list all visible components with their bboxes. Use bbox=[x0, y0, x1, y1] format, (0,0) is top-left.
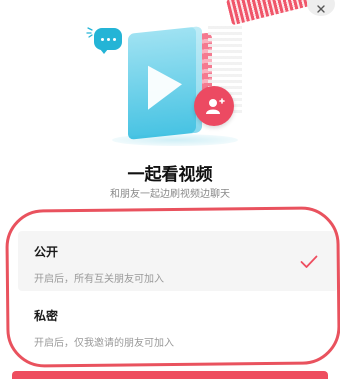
option-public[interactable]: 公开 开启后，所有互关朋友可加入 bbox=[18, 231, 338, 291]
chat-bubble-icon bbox=[94, 28, 122, 54]
close-button[interactable] bbox=[307, 0, 335, 16]
option-public-description: 开启后，所有互关朋友可加入 bbox=[34, 274, 164, 285]
close-icon bbox=[317, 5, 325, 13]
option-private[interactable]: 私密 开启后，仅我邀请的朋友可加入 bbox=[18, 295, 338, 355]
option-private-description: 开启后，仅我邀请的朋友可加入 bbox=[34, 338, 174, 349]
check-icon bbox=[300, 255, 318, 268]
play-icon bbox=[148, 62, 182, 110]
hero-base-shadow bbox=[112, 134, 238, 146]
confirm-button[interactable] bbox=[12, 371, 328, 379]
option-public-label: 公开 bbox=[34, 245, 59, 259]
watch-together-sheet: 一起看视频 和朋友一起边刷视频边聊天 公开 开启后，所有互关朋友可加入 私密 开… bbox=[0, 0, 340, 379]
visibility-options: 公开 开启后，所有互关朋友可加入 私密 开启后，仅我邀请的朋友可加入 bbox=[5, 206, 340, 368]
hero-illustration bbox=[82, 12, 262, 152]
add-friend-icon bbox=[194, 86, 234, 126]
dialog-title: 一起看视频 bbox=[127, 165, 213, 185]
phone-screen bbox=[128, 26, 202, 140]
dialog-subtitle: 和朋友一起边刷视频边聊天 bbox=[110, 189, 230, 200]
option-private-label: 私密 bbox=[34, 309, 59, 323]
